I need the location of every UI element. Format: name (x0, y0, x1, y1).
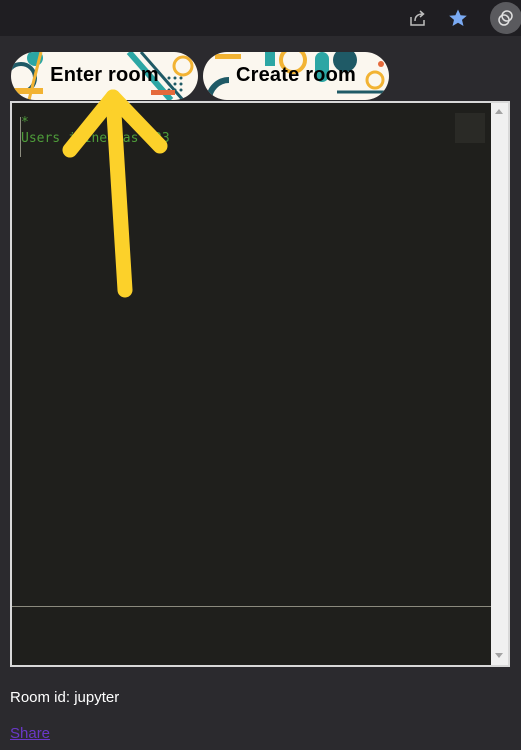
scroll-down-icon[interactable] (495, 653, 503, 658)
editor-content[interactable]: * Users joined as 123 (21, 115, 170, 147)
editor-divider (12, 606, 491, 607)
star-icon[interactable] (447, 7, 469, 29)
enter-room-button[interactable]: Enter room (11, 52, 198, 100)
create-room-label: Create room (235, 64, 356, 86)
minimap[interactable] (455, 113, 485, 143)
profile-avatar-icon[interactable] (490, 2, 521, 34)
vertical-scrollbar[interactable] (491, 103, 508, 665)
browser-toolbar (0, 0, 521, 36)
room-id-text: Room id: jupyter (10, 689, 120, 706)
scroll-up-icon[interactable] (495, 109, 503, 114)
editor-line-1: * (21, 115, 29, 130)
create-room-button[interactable]: Create room (203, 52, 389, 100)
share-link[interactable]: Share (10, 725, 50, 742)
share-icon[interactable] (407, 7, 429, 29)
editor-line-2: Users joined as 123 (21, 131, 170, 146)
enter-room-label: Enter room (50, 64, 159, 86)
code-editor[interactable]: * Users joined as 123 (10, 101, 510, 667)
